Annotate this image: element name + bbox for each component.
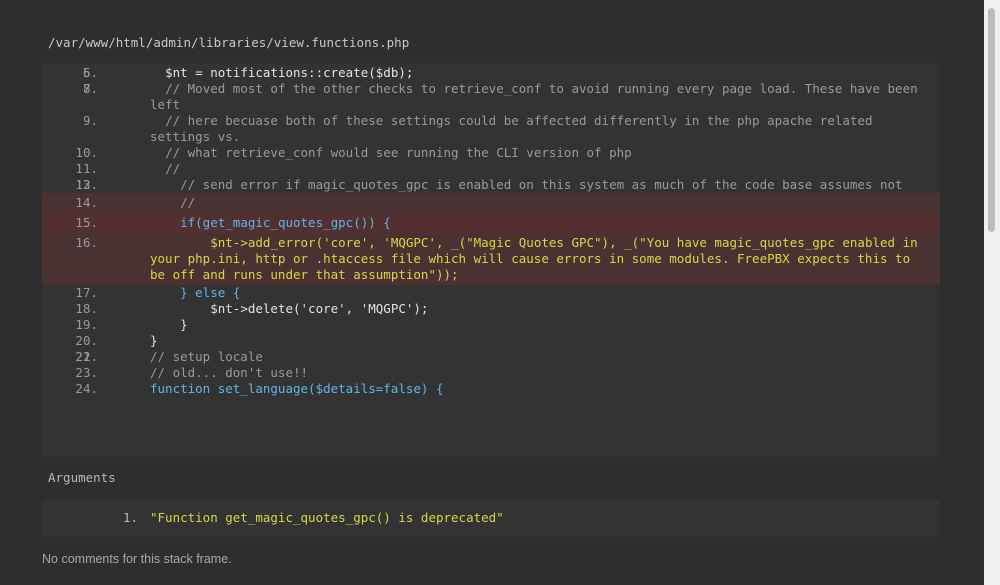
code-line: 19. } bbox=[42, 317, 940, 333]
line-number: 16. bbox=[75, 235, 98, 250]
line-number: 9. bbox=[82, 113, 98, 128]
line-number: 19. bbox=[75, 317, 98, 332]
code-line: 9. // here becuase both of these setting… bbox=[42, 113, 940, 145]
no-comments-text: No comments for this stack frame. bbox=[42, 552, 232, 566]
stack-frame-panel: /var/www/html/admin/libraries/view.funct… bbox=[0, 0, 984, 585]
page-scrollbar[interactable] bbox=[984, 0, 1000, 585]
code-statement: if(get_magic_quotes_gpc()) { bbox=[150, 215, 391, 230]
code-text: $nt = notifications::create($db); bbox=[150, 65, 414, 80]
code-line: 18. $nt->delete('core', 'MQGPC'); bbox=[42, 301, 940, 317]
code-line-error: 15. if(get_magic_quotes_gpc()) { bbox=[42, 213, 940, 233]
code-line: 23. // old... don't use!! bbox=[42, 365, 940, 381]
line-number: 23. bbox=[75, 365, 98, 380]
line-number: 13. bbox=[75, 177, 98, 192]
line-number: 17. bbox=[75, 285, 98, 300]
argument-item: 1. "Function get_magic_quotes_gpc() is de… bbox=[42, 510, 504, 526]
code-line: 6. $nt = notifications::create($db); bbox=[42, 65, 940, 81]
code-line: 13. // send error if magic_quotes_gpc is… bbox=[42, 177, 940, 193]
code-text: } else { bbox=[150, 285, 241, 300]
code-comment: // bbox=[150, 161, 181, 176]
code-comment: // send error if magic_quotes_gpc is ena… bbox=[150, 177, 903, 192]
code-line: 22. // setup locale bbox=[42, 349, 940, 365]
code-text: function set_language($details=false) { bbox=[150, 381, 444, 396]
line-number: 24. bbox=[75, 381, 98, 396]
line-number: 11. bbox=[75, 161, 98, 176]
code-text: } bbox=[150, 333, 158, 348]
code-line: 10. // what retrieve_conf would see runn… bbox=[42, 145, 940, 161]
line-number: 18. bbox=[75, 301, 98, 316]
code-comment: // Moved most of the other checks to ret… bbox=[150, 81, 926, 112]
argument-value: "Function get_magic_quotes_gpc() is depr… bbox=[150, 510, 504, 525]
code-line: 17. } else { bbox=[42, 285, 940, 301]
code-comment: // what retrieve_conf would see running … bbox=[150, 145, 632, 160]
code-comment: // here becuase both of these settings c… bbox=[150, 113, 881, 144]
line-number: 22. bbox=[75, 349, 98, 364]
code-text: $nt->delete('core', 'MQGPC'); bbox=[150, 301, 429, 316]
argument-index: 1. bbox=[122, 510, 138, 525]
arguments-list: 1. "Function get_magic_quotes_gpc() is de… bbox=[42, 499, 940, 537]
line-number: 6. bbox=[82, 65, 98, 80]
line-number: 15. bbox=[75, 215, 98, 230]
code-snippet: 5. 6. $nt = notifications::create($db); … bbox=[42, 63, 940, 457]
code-line-highlighted: 16. $nt->add_error('core', 'MQGPC', _("M… bbox=[42, 233, 940, 285]
line-number: 14. bbox=[75, 195, 98, 210]
arguments-title: Arguments bbox=[48, 470, 116, 485]
code-statement: $nt->add_error('core', 'MQGPC', _("Magic… bbox=[150, 235, 926, 282]
code-text: } bbox=[150, 317, 188, 332]
code-line: 20.} bbox=[42, 333, 940, 349]
code-line: 24. function set_language($details=false)… bbox=[42, 381, 940, 397]
code-comment: // bbox=[150, 195, 196, 210]
code-line: 11. // bbox=[42, 161, 940, 177]
scrollbar-thumb[interactable] bbox=[988, 8, 995, 232]
line-number: 8. bbox=[82, 81, 98, 96]
code-comment: // old... don't use!! bbox=[150, 365, 309, 380]
code-line-highlighted: 14. // bbox=[42, 193, 940, 213]
line-number: 10. bbox=[75, 145, 98, 160]
file-path: /var/www/html/admin/libraries/view.funct… bbox=[48, 35, 410, 50]
code-comment: // setup locale bbox=[150, 349, 263, 364]
line-number: 20. bbox=[75, 333, 98, 348]
code-line: 8. // Moved most of the other checks to … bbox=[42, 81, 940, 113]
